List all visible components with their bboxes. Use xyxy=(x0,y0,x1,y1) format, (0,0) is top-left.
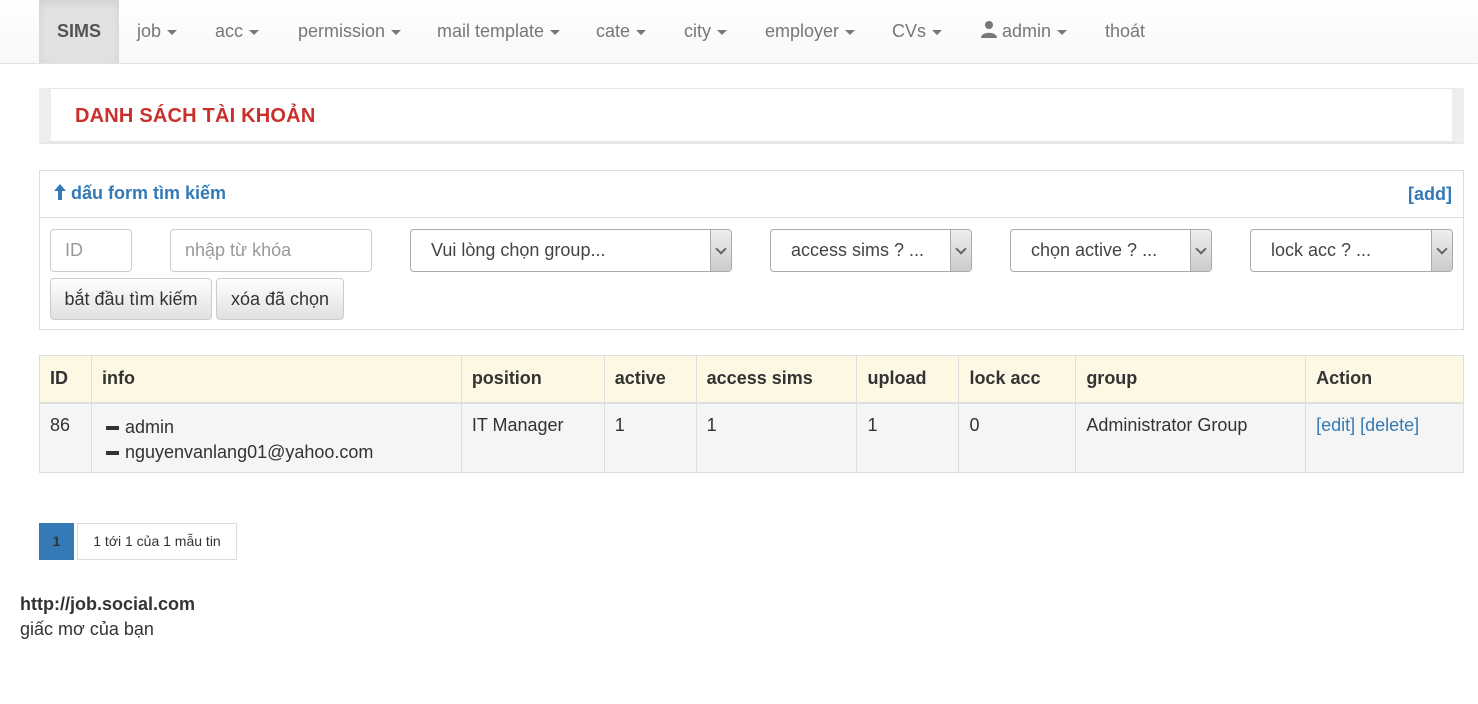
caret-down-icon xyxy=(167,29,178,35)
caret-down-icon xyxy=(845,29,856,35)
chevron-down-icon xyxy=(950,230,971,271)
caret-down-icon xyxy=(1057,29,1068,35)
delete-link[interactable]: [delete] xyxy=(1360,415,1419,435)
column-header-position: position xyxy=(461,355,605,404)
column-header-id: ID xyxy=(39,355,92,404)
clear-selection-button[interactable]: xóa đã chọn xyxy=(216,278,344,320)
group-select-value: Vui lòng chọn group... xyxy=(431,240,606,260)
column-header-access-sims: access sims xyxy=(696,355,858,404)
column-header-active: active xyxy=(604,355,697,404)
page-title: DANH SÁCH TÀI KHOẢN xyxy=(75,105,316,127)
id-input[interactable]: ID xyxy=(50,229,132,272)
search-button[interactable]: bắt đầu tìm kiếm xyxy=(50,278,212,320)
nav-job-dropdown[interactable]: job xyxy=(137,0,178,63)
toggle-search-form-link[interactable]: dấu form tìm kiếm xyxy=(53,183,226,206)
cell-lock-acc: 0 xyxy=(958,402,1077,473)
nav-cate-label: cate xyxy=(596,21,631,41)
pagination-info: 1 tới 1 của 1 mẫu tin xyxy=(77,523,237,560)
info-email: nguyenvanlang01@yahoo.com xyxy=(124,441,374,462)
nav-cate-dropdown[interactable]: cate xyxy=(596,0,647,63)
column-header-group: group xyxy=(1075,355,1307,404)
nav-cvs-label: CVs xyxy=(892,21,927,41)
nav-admin-dropdown[interactable]: admin xyxy=(980,0,1068,63)
active-select[interactable]: chọn active ? ... xyxy=(1010,229,1212,272)
nav-acc-label: acc xyxy=(215,21,244,41)
user-icon xyxy=(980,1,998,63)
footer-slogan: giấc mơ của bạn xyxy=(20,619,154,639)
nav-acc-dropdown[interactable]: acc xyxy=(215,0,260,63)
column-header-upload: upload xyxy=(856,355,960,404)
caret-down-icon xyxy=(391,29,402,35)
caret-down-icon xyxy=(550,29,561,35)
accounts-table: ID info position active access sims uplo… xyxy=(39,355,1464,473)
column-header-lock-acc: lock acc xyxy=(958,355,1077,404)
minus-icon xyxy=(105,450,119,455)
chevron-down-icon xyxy=(710,230,731,271)
nav-employer-dropdown[interactable]: employer xyxy=(765,0,856,63)
info-username: admin xyxy=(124,416,174,437)
nav-employer-label: employer xyxy=(765,21,840,41)
cell-access-sims: 1 xyxy=(696,402,858,473)
chevron-down-icon xyxy=(1190,230,1211,271)
cell-info: admin nguyenvanlang01@yahoo.com xyxy=(91,402,462,473)
cell-upload: 1 xyxy=(856,402,960,473)
cell-action: [edit] [delete] xyxy=(1305,402,1464,473)
group-select[interactable]: Vui lòng chọn group... xyxy=(410,229,732,272)
lock-acc-select[interactable]: lock acc ? ... xyxy=(1250,229,1453,272)
edit-link[interactable]: [edit] xyxy=(1316,415,1355,435)
nav-permission-label: permission xyxy=(298,21,386,41)
footer-site-url: http://job.social.com xyxy=(20,594,196,614)
caret-down-icon xyxy=(932,29,943,35)
nav-permission-dropdown[interactable]: permission xyxy=(298,0,402,63)
cell-position: IT Manager xyxy=(461,402,605,473)
table-row: 86 admin nguyenvanlang01@yahoo.com IT Ma… xyxy=(39,402,1464,473)
top-navbar: SIMS job acc permission mail template ca… xyxy=(0,0,1478,64)
lock-acc-select-value: lock acc ? ... xyxy=(1271,240,1372,260)
toggle-search-form-label: dấu form tìm kiếm xyxy=(71,183,227,203)
nav-city-dropdown[interactable]: city xyxy=(684,0,727,63)
page-title-panel: DANH SÁCH TÀI KHOẢN xyxy=(39,88,1464,144)
table-header-row: ID info position active access sims uplo… xyxy=(39,355,1464,404)
keyword-input[interactable]: nhập từ khóa xyxy=(170,229,372,272)
caret-down-icon xyxy=(717,29,727,35)
access-sims-select[interactable]: access sims ? ... xyxy=(770,229,972,272)
active-select-value: chọn active ? ... xyxy=(1031,240,1158,260)
caret-down-icon xyxy=(249,29,260,35)
search-panel: dấu form tìm kiếm [add] ID nhập từ khóa … xyxy=(39,170,1464,330)
access-sims-select-value: access sims ? ... xyxy=(791,240,925,260)
caret-down-icon xyxy=(636,29,647,35)
search-panel-header: dấu form tìm kiếm [add] xyxy=(40,171,1463,218)
nav-city-label: city xyxy=(684,21,711,41)
pagination-page-1[interactable]: 1 xyxy=(39,523,74,560)
column-header-action: Action xyxy=(1305,355,1464,404)
nav-mail-template-dropdown[interactable]: mail template xyxy=(437,0,561,63)
cell-group: Administrator Group xyxy=(1075,402,1307,473)
minus-icon xyxy=(105,425,119,430)
column-header-info: info xyxy=(91,355,462,404)
cell-id: 86 xyxy=(39,402,92,473)
nav-job-label: job xyxy=(137,21,162,41)
arrow-up-icon xyxy=(53,183,67,206)
cell-active: 1 xyxy=(604,402,697,473)
nav-cvs-dropdown[interactable]: CVs xyxy=(892,0,943,63)
brand-link[interactable]: SIMS xyxy=(39,0,119,63)
nav-admin-label: admin xyxy=(1002,21,1052,41)
nav-logout-link[interactable]: thoát xyxy=(1105,0,1145,63)
add-account-link[interactable]: [add] xyxy=(1408,184,1452,205)
chevron-down-icon xyxy=(1431,230,1452,271)
nav-mail-template-label: mail template xyxy=(437,21,545,41)
